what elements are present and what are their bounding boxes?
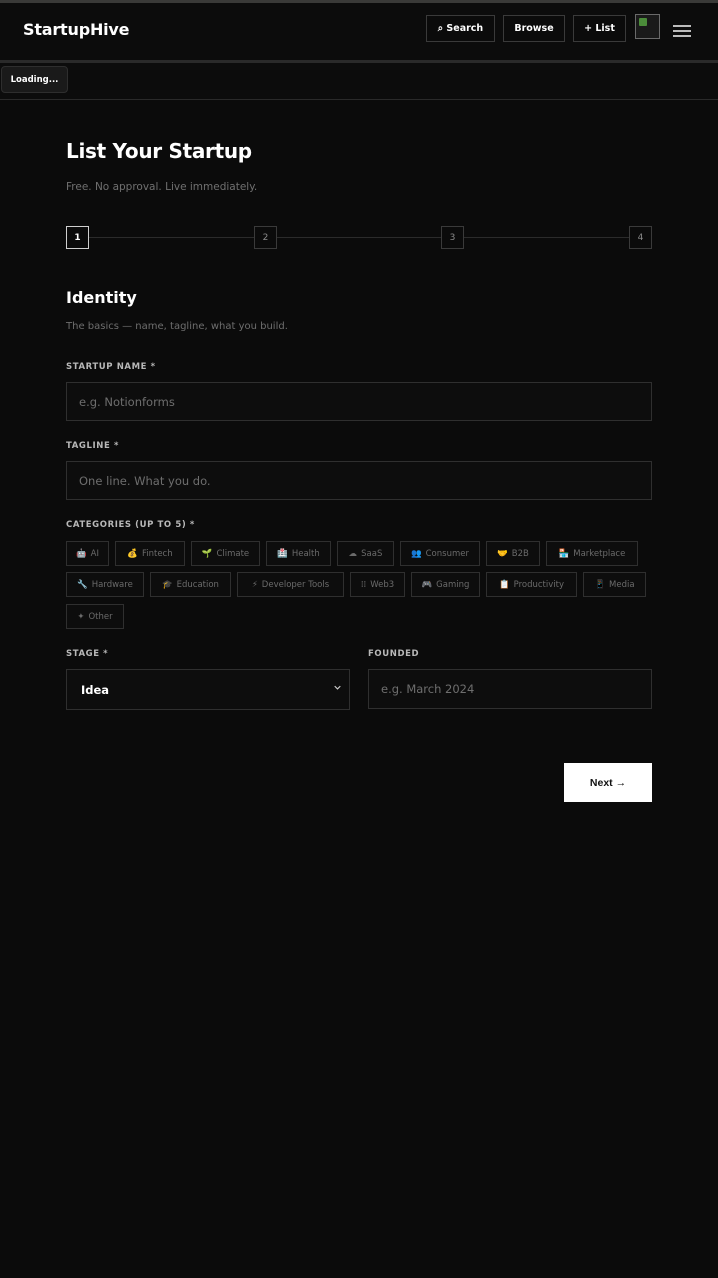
step-1[interactable]: 1 xyxy=(66,226,89,249)
category-chip-gaming[interactable]: 🎮 Gaming xyxy=(411,572,480,597)
store-icon: 🏪 xyxy=(558,548,570,559)
tagline-input[interactable] xyxy=(66,461,652,500)
chip-label: Gaming xyxy=(436,579,470,590)
page-subtitle: Free. No approval. Live immediately. xyxy=(66,181,258,193)
stepper-track xyxy=(89,237,629,238)
page-title: List Your Startup xyxy=(66,139,252,163)
founded-label: FOUNDED xyxy=(368,649,420,659)
category-chip-developer-tools[interactable]: ⚡ Developer Tools xyxy=(237,572,344,597)
category-chip-web3[interactable]: ⁞⁞ Web3 xyxy=(350,572,405,597)
chip-label: Web3 xyxy=(370,579,395,590)
section-title: Identity xyxy=(66,288,137,307)
category-chip-marketplace[interactable]: 🏪 Marketplace xyxy=(546,541,638,566)
seedling-icon: 🌱 xyxy=(201,548,213,559)
category-chip-media[interactable]: 📱 Media xyxy=(583,572,646,597)
startup-name-label: STARTUP NAME * xyxy=(66,362,156,372)
loading-indicator: Loading... xyxy=(1,66,68,93)
chevron-down-icon xyxy=(334,685,341,690)
tagline-label: TAGLINE * xyxy=(66,441,119,451)
subbar-divider-bottom xyxy=(0,99,718,100)
category-chip-health[interactable]: 🏥 Health xyxy=(266,541,331,566)
hamburger-menu-icon[interactable] xyxy=(673,25,691,37)
startup-name-input[interactable] xyxy=(66,382,652,421)
lightning-icon: ⚡ xyxy=(251,579,258,590)
sparkle-icon: ✦ xyxy=(77,611,85,622)
founded-input[interactable] xyxy=(368,669,652,709)
chip-label: Climate xyxy=(216,548,250,559)
chip-label: Other xyxy=(88,611,113,622)
chip-label: Developer Tools xyxy=(261,579,330,590)
chip-label: Consumer xyxy=(425,548,469,559)
money-bag-icon: 💰 xyxy=(127,548,138,559)
stage-label: STAGE * xyxy=(66,649,109,659)
cloud-icon: ☁ xyxy=(348,548,358,559)
list-button[interactable]: + List xyxy=(573,15,626,42)
chain-icon: ⁞⁞ xyxy=(360,579,367,590)
mobile-phone-icon: 📱 xyxy=(594,579,606,590)
chip-label: AI xyxy=(90,548,99,559)
handshake-icon: 🤝 xyxy=(497,548,508,559)
step-2[interactable]: 2 xyxy=(254,226,277,249)
chip-label: Fintech xyxy=(141,548,173,559)
category-chip-productivity[interactable]: 📋 Productivity xyxy=(486,572,577,597)
avatar[interactable] xyxy=(635,14,660,39)
chip-label: SaaS xyxy=(361,548,383,559)
search-button[interactable]: ⌕ Search xyxy=(426,15,495,42)
stage-select[interactable]: Idea xyxy=(66,669,350,710)
hospital-icon: 🏥 xyxy=(277,548,288,559)
section-subtitle: The basics — name, tagline, what you bui… xyxy=(66,321,288,332)
category-chip-other[interactable]: ✦ Other xyxy=(66,604,124,629)
chip-label: Productivity xyxy=(513,579,564,590)
category-chip-hardware[interactable]: 🔧 Hardware xyxy=(66,572,144,597)
category-chip-climate[interactable]: 🌱 Climate xyxy=(191,541,260,566)
chip-label: Media xyxy=(609,579,635,590)
next-button[interactable]: Next → xyxy=(564,763,652,802)
people-icon: 👥 xyxy=(411,548,422,559)
chip-label: B2B xyxy=(511,548,529,559)
wrench-icon: 🔧 xyxy=(77,579,88,590)
subbar xyxy=(0,63,718,99)
category-chip-saas[interactable]: ☁ SaaS xyxy=(337,541,394,566)
clipboard-icon: 📋 xyxy=(499,579,510,590)
chip-label: Marketplace xyxy=(573,548,626,559)
navbar: StartupHive ⌕ Search Browse + List xyxy=(0,3,718,60)
chip-label: Hardware xyxy=(91,579,133,590)
category-chip-ai[interactable]: 🤖 AI xyxy=(66,541,109,566)
category-chip-fintech[interactable]: 💰 Fintech xyxy=(115,541,185,566)
browse-button[interactable]: Browse xyxy=(503,15,565,42)
brand-logo[interactable]: StartupHive xyxy=(23,20,130,39)
graduation-cap-icon: 🎓 xyxy=(162,579,173,590)
robot-icon: 🤖 xyxy=(76,548,87,559)
category-chip-education[interactable]: 🎓 Education xyxy=(150,572,231,597)
category-chip-b2b[interactable]: 🤝 B2B xyxy=(486,541,540,566)
game-controller-icon: 🎮 xyxy=(421,579,433,590)
step-3[interactable]: 3 xyxy=(441,226,464,249)
step-4[interactable]: 4 xyxy=(629,226,652,249)
stage-selected-value: Idea xyxy=(81,682,110,697)
broken-image-icon xyxy=(639,18,647,26)
chip-label: Education xyxy=(176,579,219,590)
category-chip-consumer[interactable]: 👥 Consumer xyxy=(400,541,480,566)
categories-label: CATEGORIES (UP TO 5) * xyxy=(66,520,195,530)
chip-label: Health xyxy=(291,548,320,559)
